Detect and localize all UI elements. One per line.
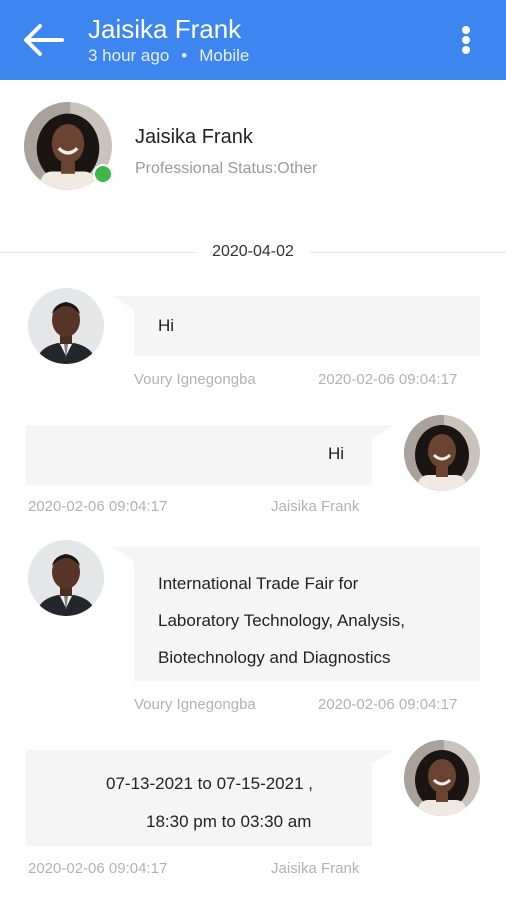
contact-profile[interactable]: Jaisika Frank Professional Status:Other xyxy=(0,80,506,220)
message-text: Hi xyxy=(158,316,175,335)
message-sender: Jaisika Frank xyxy=(271,860,360,877)
arrow-left-icon xyxy=(24,24,64,56)
date-divider: 2020-04-02 xyxy=(0,240,506,264)
more-vertical-icon xyxy=(462,26,470,34)
message-time: 2020-02-06 09:04:17 xyxy=(28,498,168,515)
message-text-line: Laboratory Technology, Analysis, xyxy=(158,611,405,630)
message-sender: Voury Ignegongba xyxy=(134,696,256,713)
message-time: 2020-02-06 09:04:17 xyxy=(318,696,458,713)
device-text: Mobile xyxy=(199,46,250,65)
message-bubble[interactable]: Hi xyxy=(26,425,394,485)
more-options-button[interactable] xyxy=(452,22,480,58)
sender-avatar[interactable] xyxy=(28,540,104,616)
message-bubble[interactable]: Hi xyxy=(112,296,480,356)
message-text: Hi xyxy=(327,444,344,463)
own-avatar[interactable] xyxy=(404,740,480,816)
message-text-line: 07-13-2021 to 07-15-2021 , xyxy=(106,774,313,793)
separator-dot: • xyxy=(181,46,188,65)
date-divider-text: 2020-04-02 xyxy=(212,243,294,260)
contact-name: Jaisika Frank xyxy=(135,126,253,148)
message-text-line: International Trade Fair for xyxy=(158,574,359,593)
sender-avatar[interactable] xyxy=(28,288,104,364)
message-sender: Jaisika Frank xyxy=(271,498,360,515)
online-status-indicator xyxy=(93,164,113,184)
presence-line: 3 hour ago • Mobile xyxy=(88,46,249,66)
back-button[interactable] xyxy=(22,22,66,58)
message-sender: Voury Ignegongba xyxy=(134,371,256,388)
message-bubble[interactable]: International Trade Fair for Laboratory … xyxy=(112,547,480,681)
chat-title: Jaisika Frank xyxy=(88,14,242,44)
message-text-line: Biotechnology and Diagnostics xyxy=(158,648,391,667)
last-seen-text: 3 hour ago xyxy=(88,46,170,65)
own-avatar[interactable] xyxy=(404,415,480,491)
message-bubble[interactable]: 07-13-2021 to 07-15-2021 , 18:30 pm to 0… xyxy=(26,750,394,846)
contact-status: Professional Status:Other xyxy=(135,160,318,177)
chat-header: Jaisika Frank 3 hour ago • Mobile xyxy=(0,0,506,80)
message-time: 2020-02-06 09:04:17 xyxy=(28,860,168,877)
message-text-line: 18:30 pm to 03:30 am xyxy=(146,812,312,831)
message-time: 2020-02-06 09:04:17 xyxy=(318,371,458,388)
